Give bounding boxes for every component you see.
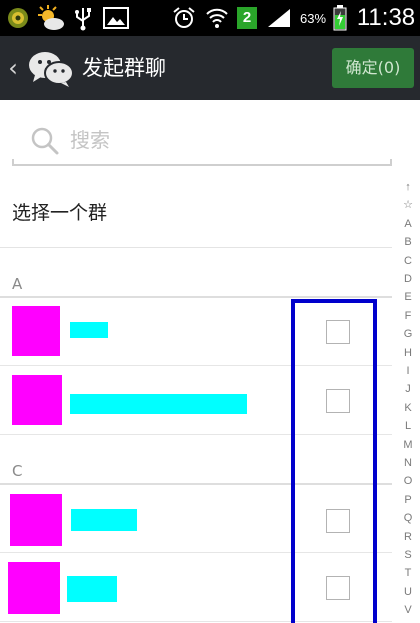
- section-header-a: A: [0, 272, 392, 298]
- index-letter[interactable]: I: [396, 362, 420, 380]
- contact-name-redacted: [67, 576, 117, 602]
- contact-name-redacted: [70, 394, 247, 414]
- contact-checkbox[interactable]: [326, 576, 350, 600]
- notification-count: 2: [237, 7, 257, 29]
- battery-percent: 63%: [299, 10, 327, 26]
- contact-row[interactable]: [0, 485, 392, 553]
- search-input[interactable]: [70, 124, 370, 156]
- index-letter[interactable]: S: [396, 546, 420, 564]
- avatar: [10, 494, 62, 546]
- avatar: [8, 562, 60, 614]
- wifi-icon: [204, 0, 230, 36]
- index-letter[interactable]: A: [396, 215, 420, 233]
- index-letter[interactable]: ↑: [396, 178, 420, 196]
- search-icon: [30, 126, 60, 156]
- section-letter: C: [12, 462, 23, 480]
- clock: 11:38: [356, 4, 416, 31]
- select-group-item[interactable]: 选择一个群: [0, 178, 392, 248]
- index-letter[interactable]: H: [396, 344, 420, 362]
- contact-checkbox[interactable]: [326, 389, 350, 413]
- image-icon: [102, 0, 130, 36]
- avatar: [12, 306, 60, 356]
- index-letter[interactable]: N: [396, 454, 420, 472]
- index-letter[interactable]: F: [396, 307, 420, 325]
- index-letter[interactable]: D: [396, 270, 420, 288]
- index-letter[interactable]: V: [396, 601, 420, 619]
- index-letter[interactable]: E: [396, 288, 420, 306]
- index-letter[interactable]: L: [396, 417, 420, 435]
- index-letter[interactable]: P: [396, 491, 420, 509]
- index-letter[interactable]: J: [396, 380, 420, 398]
- back-arrow-icon[interactable]: ‹: [4, 36, 22, 100]
- index-letter[interactable]: ☆: [396, 196, 420, 214]
- avatar: [12, 375, 62, 425]
- usb-icon: [72, 0, 94, 36]
- section-header-c: C: [0, 459, 392, 485]
- index-letter[interactable]: R: [396, 528, 420, 546]
- contact-row[interactable]: [0, 554, 392, 622]
- battery-charging-icon: [331, 0, 349, 36]
- index-letter[interactable]: Q: [396, 509, 420, 527]
- contact-name-redacted: [71, 509, 137, 531]
- index-letter[interactable]: C: [396, 252, 420, 270]
- contact-checkbox[interactable]: [326, 509, 350, 533]
- notification-badge: 2: [236, 0, 258, 36]
- confirm-button[interactable]: 确定(0): [332, 48, 414, 88]
- contact-row[interactable]: [0, 367, 392, 435]
- app-icon: [6, 0, 30, 36]
- page-title: 发起群聊: [82, 56, 166, 80]
- alphabet-index[interactable]: ↑ ☆ A B C D E F G H I J K L M N O P Q R S T U V: [396, 178, 420, 623]
- section-letter: A: [12, 275, 23, 293]
- title-bar: ‹ 发起群聊 确定(0): [0, 36, 420, 100]
- contact-row[interactable]: [0, 298, 392, 366]
- index-letter[interactable]: T: [396, 564, 420, 582]
- index-letter[interactable]: U: [396, 583, 420, 601]
- index-letter[interactable]: M: [396, 436, 420, 454]
- wechat-icon: [28, 50, 74, 88]
- contact-name-redacted: [70, 322, 108, 338]
- weather-icon: [36, 0, 66, 36]
- index-letter[interactable]: K: [396, 399, 420, 417]
- status-bar: 2 63% 11:38: [0, 0, 420, 36]
- search-bar[interactable]: [12, 116, 392, 166]
- index-letter[interactable]: O: [396, 472, 420, 490]
- contact-checkbox[interactable]: [326, 320, 350, 344]
- index-letter[interactable]: G: [396, 325, 420, 343]
- alarm-icon: [172, 0, 196, 36]
- select-group-label: 选择一个群: [12, 202, 108, 224]
- signal-icon: [266, 0, 292, 36]
- index-letter[interactable]: B: [396, 233, 420, 251]
